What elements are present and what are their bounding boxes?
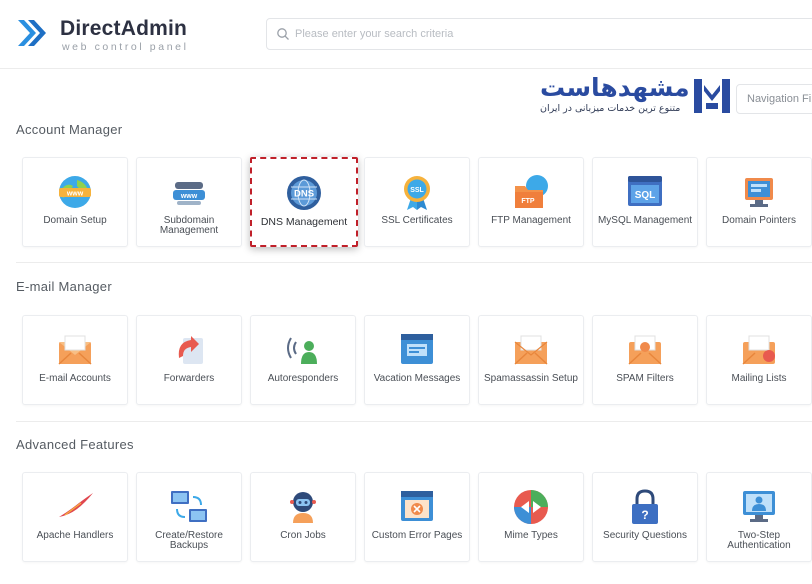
ftp-folder-icon: FTP xyxy=(515,175,548,208)
cron-robot-icon xyxy=(290,492,316,523)
card-label: Subdomain Management xyxy=(159,215,219,236)
top-header: DirectAdmin web control panel xyxy=(0,0,812,69)
security-lock-icon: ? xyxy=(632,489,658,524)
card-label: Cron Jobs xyxy=(280,530,326,541)
card-label: Domain Pointers xyxy=(722,215,796,226)
envelope-icon xyxy=(58,335,92,365)
watermark-subtitle: متنوع ترین خدمات میزبانی در ایران xyxy=(540,103,681,114)
section-divider xyxy=(16,262,812,263)
directadmin-logo-icon xyxy=(18,20,46,46)
card-forwarders[interactable]: Forwarders xyxy=(136,315,242,405)
card-label: SSL Certificates xyxy=(381,215,453,226)
card-label: Security Questions xyxy=(603,530,687,541)
ssl-badge-icon: SSL xyxy=(404,176,430,210)
search-input[interactable] xyxy=(295,24,795,44)
subdomain-www-icon: www xyxy=(173,182,205,205)
watermark-title: مشهدهاست xyxy=(540,73,690,102)
card-label: Custom Error Pages xyxy=(371,530,463,541)
card-label: Spamassassin Setup xyxy=(484,373,578,384)
svg-text:SSL: SSL xyxy=(410,187,424,194)
card-label: Mime Types xyxy=(504,530,558,541)
watermark-logo-icon xyxy=(694,79,730,113)
vacation-message-icon xyxy=(401,334,433,364)
navigation-filter[interactable] xyxy=(736,84,812,114)
email-manager-row: E-mail Accounts Forwarders Autoresponder… xyxy=(22,315,812,405)
card-spamassassin-setup[interactable]: Spamassassin Setup xyxy=(478,315,584,405)
navigation-filter-input[interactable] xyxy=(747,90,812,108)
autoresponder-person-icon xyxy=(287,337,317,364)
logo-title: DirectAdmin xyxy=(60,17,188,40)
svg-text:SQL: SQL xyxy=(635,190,656,201)
card-email-accounts[interactable]: E-mail Accounts xyxy=(22,315,128,405)
card-label: MySQL Management xyxy=(597,215,693,226)
card-label: SPAM Filters xyxy=(616,373,674,384)
svg-text:?: ? xyxy=(641,508,648,522)
card-domain-setup[interactable]: www Domain Setup xyxy=(22,157,128,247)
card-dns-management[interactable]: DNS DNS Management xyxy=(250,157,358,247)
section-title-advanced-features: Advanced Features xyxy=(16,437,134,452)
card-label: Forwarders xyxy=(163,373,215,384)
backup-computers-icon xyxy=(171,491,207,522)
card-cron-jobs[interactable]: Cron Jobs xyxy=(250,472,356,562)
card-label: FTP Management xyxy=(491,215,571,226)
card-label: Autoresponders xyxy=(267,373,339,384)
card-subdomain-management[interactable]: www Subdomain Management xyxy=(136,157,242,247)
error-page-icon xyxy=(401,491,433,521)
svg-text:www: www xyxy=(66,191,84,198)
card-ftp-management[interactable]: FTP FTP Management xyxy=(478,157,584,247)
card-label: DNS Management xyxy=(260,216,348,228)
sql-database-icon: SQL xyxy=(628,176,662,206)
account-manager-row: www Domain Setup www Subdomain Managemen… xyxy=(22,157,812,247)
two-step-auth-icon xyxy=(743,491,775,522)
section-divider xyxy=(16,421,812,422)
dns-globe-icon: DNS xyxy=(287,176,321,210)
card-label: Vacation Messages xyxy=(373,373,461,384)
domain-pointer-icon xyxy=(745,178,773,207)
search-icon xyxy=(277,28,289,40)
card-create-restore-backups[interactable]: Create/Restore Backups xyxy=(136,472,242,562)
card-mysql-management[interactable]: SQL MySQL Management xyxy=(592,157,698,247)
globe-www-icon: www xyxy=(59,176,91,208)
card-mime-types[interactable]: Mime Types xyxy=(478,472,584,562)
card-label: Apache Handlers xyxy=(36,530,114,541)
card-ssl-certificates[interactable]: SSL SSL Certificates xyxy=(364,157,470,247)
card-two-step-authentication[interactable]: Two-Step Authentication xyxy=(706,472,812,562)
apache-feather-icon xyxy=(59,493,93,517)
forward-arrow-icon xyxy=(178,336,203,364)
card-vacation-messages[interactable]: Vacation Messages xyxy=(364,315,470,405)
svg-text:DNS: DNS xyxy=(294,189,314,200)
card-spam-filters[interactable]: SPAM Filters xyxy=(592,315,698,405)
card-label: E-mail Accounts xyxy=(39,373,111,384)
card-security-questions[interactable]: ? Security Questions xyxy=(592,472,698,562)
section-title-account-manager: Account Manager xyxy=(16,122,123,137)
mailing-list-icon xyxy=(742,335,775,365)
card-label: Create/Restore Backups xyxy=(155,530,223,551)
mashhadhost-watermark: مشهدهاست متنوع ترین خدمات میزبانی در ایر… xyxy=(536,73,736,119)
card-label: Mailing Lists xyxy=(731,373,787,384)
svg-text:www: www xyxy=(180,193,198,200)
svg-text:FTP: FTP xyxy=(521,198,535,205)
card-custom-error-pages[interactable]: Custom Error Pages xyxy=(364,472,470,562)
section-title-email-manager: E-mail Manager xyxy=(16,279,112,294)
advanced-features-row: Apache Handlers Create/Restore Backups C… xyxy=(22,472,812,562)
spam-filter-icon xyxy=(628,335,662,365)
directadmin-logo[interactable]: DirectAdmin web control panel xyxy=(16,14,206,56)
card-apache-handlers[interactable]: Apache Handlers xyxy=(22,472,128,562)
card-autoresponders[interactable]: Autoresponders xyxy=(250,315,356,405)
card-mailing-lists[interactable]: Mailing Lists xyxy=(706,315,812,405)
card-label: Domain Setup xyxy=(43,215,107,226)
card-label: Two-Step Authentication xyxy=(727,530,791,551)
logo-subtitle: web control panel xyxy=(62,41,189,53)
card-domain-pointers[interactable]: Domain Pointers xyxy=(706,157,812,247)
search-box[interactable] xyxy=(266,18,812,50)
spam-envelope-icon xyxy=(514,335,548,365)
mime-types-icon xyxy=(514,490,548,524)
